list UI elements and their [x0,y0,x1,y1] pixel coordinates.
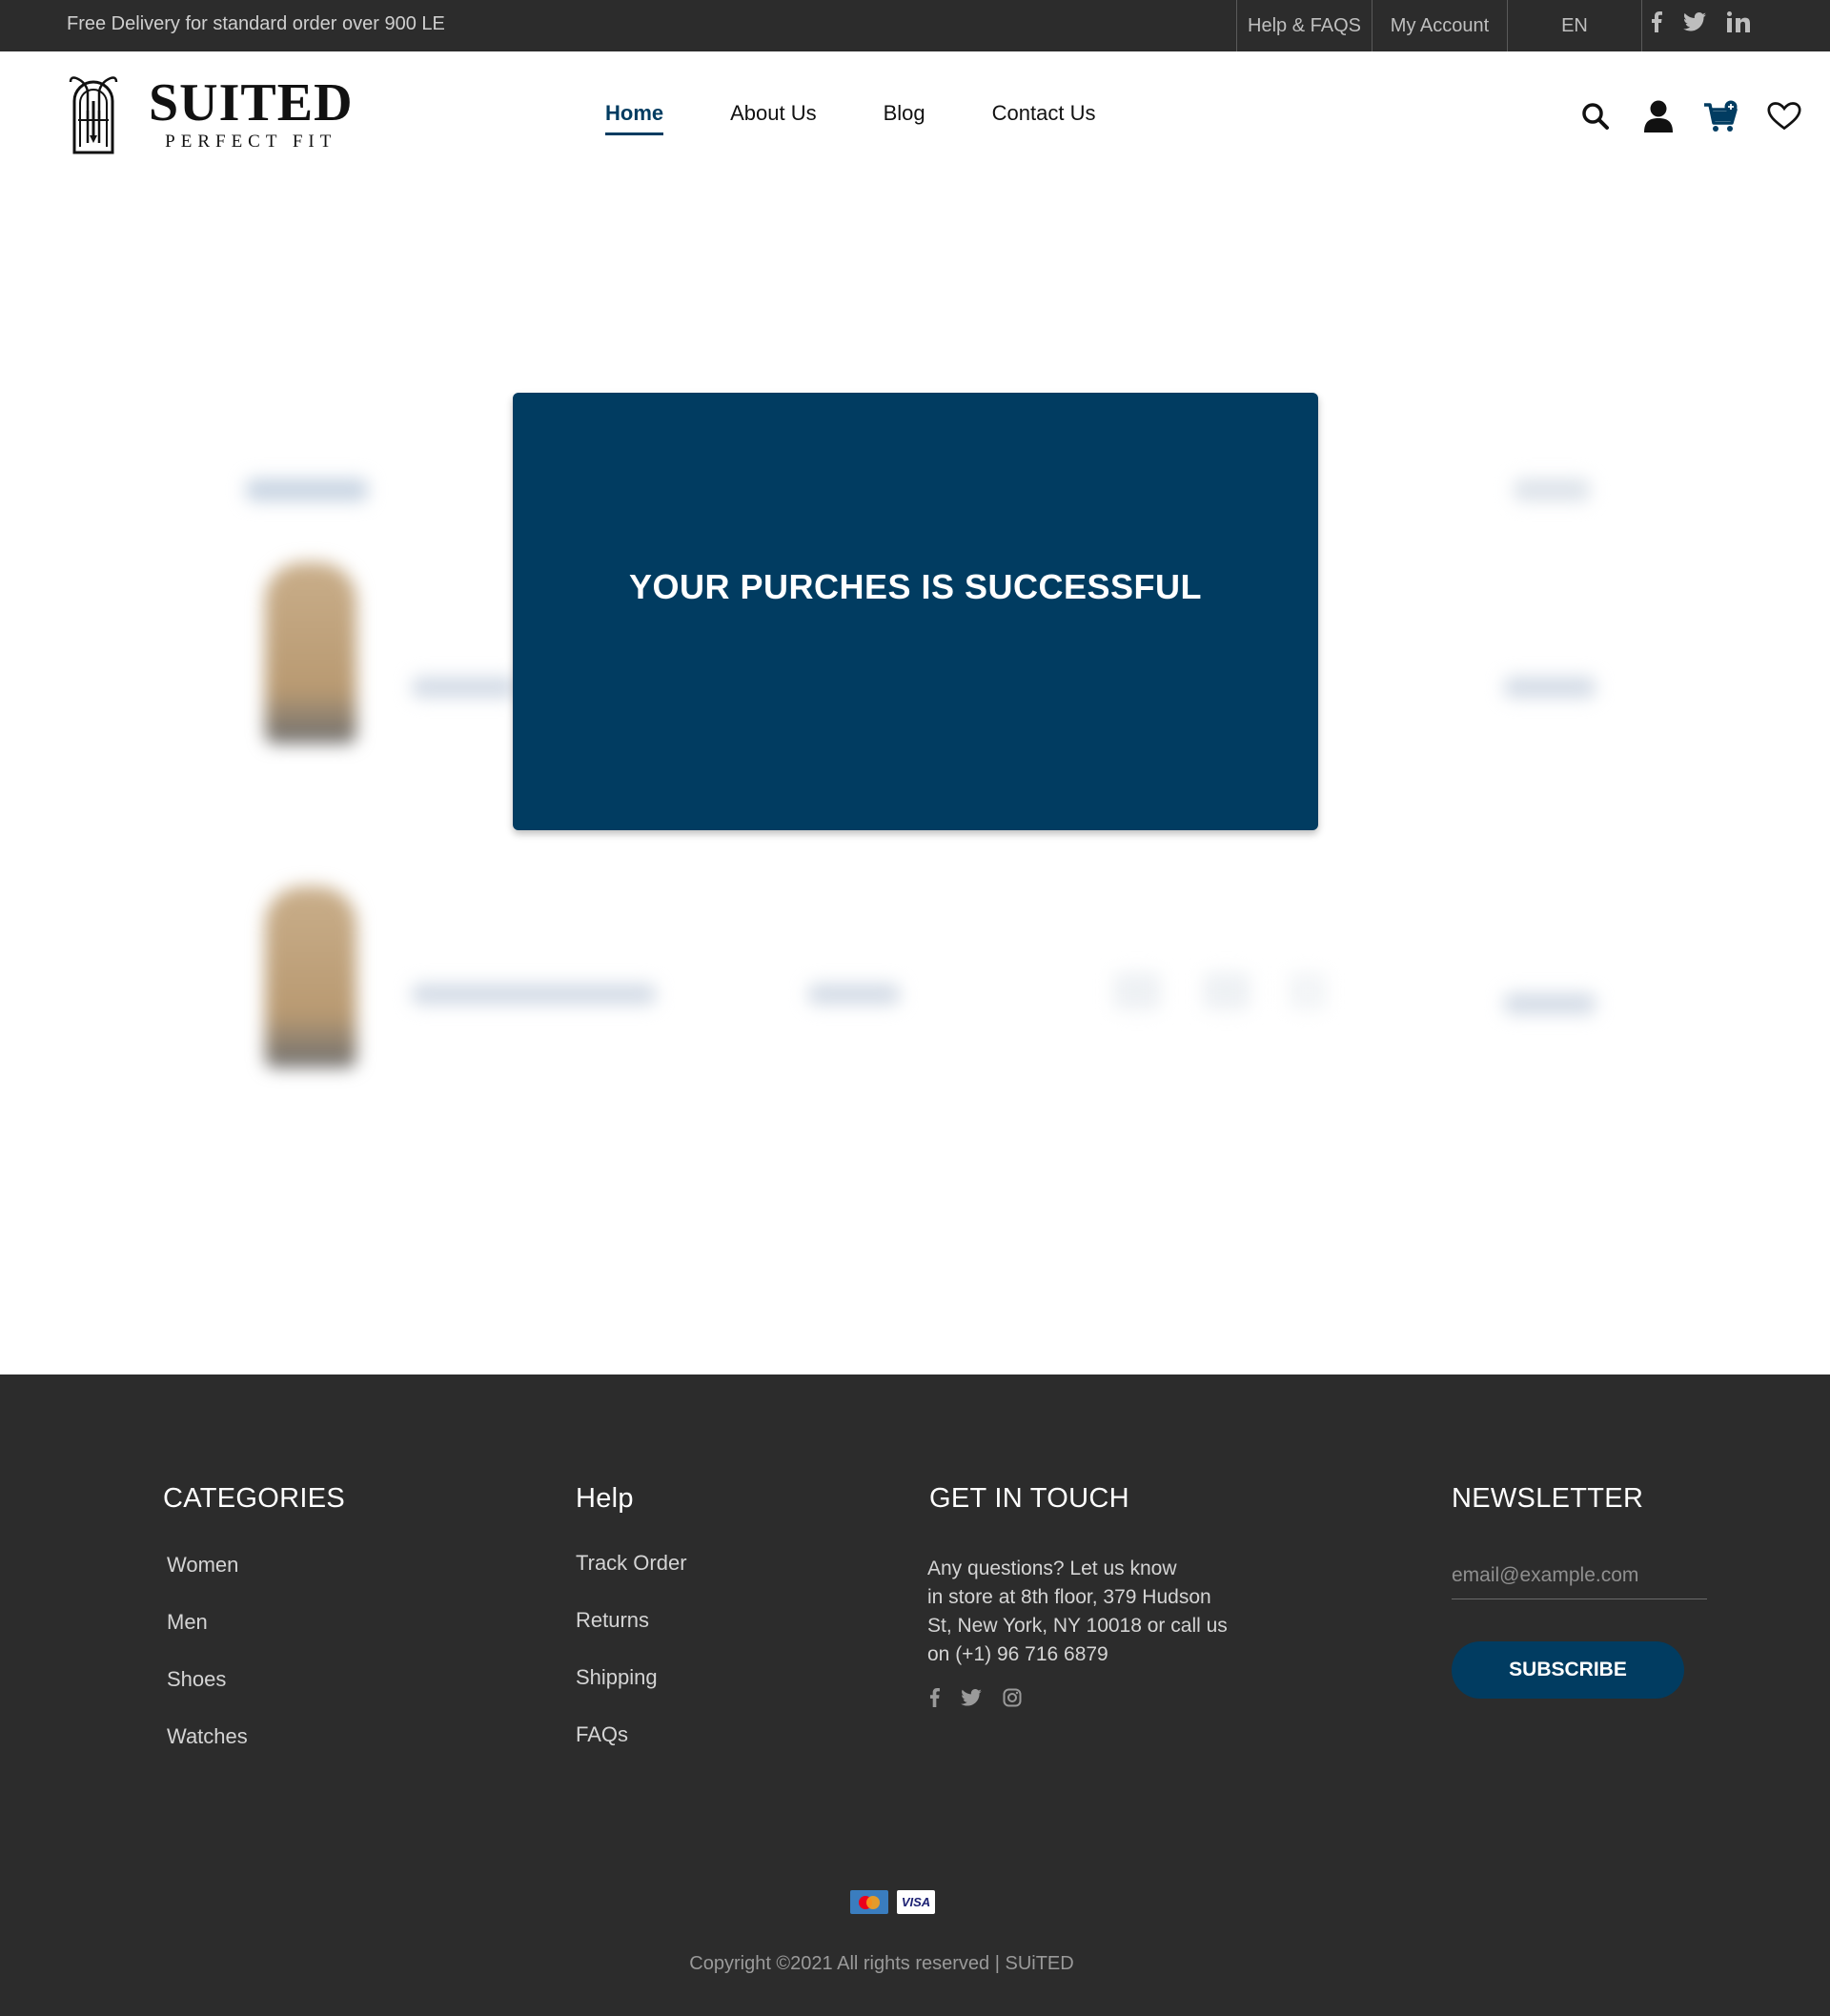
linkedin-icon[interactable] [1727,11,1752,37]
footer-help: Help Track Order Returns Shipping FAQs [576,1483,687,1780]
main-nav: Home About Us Blog Contact Us [605,101,1096,135]
footer-newsletter: NEWSLETTER SUBSCRIBE [1452,1483,1707,1699]
help-link-returns[interactable]: Returns [576,1608,687,1665]
site-footer: CATEGORIES Women Men Shoes Watches Help … [0,1375,1830,2016]
facebook-icon[interactable] [929,1688,940,1712]
help-link-faqs[interactable]: FAQs [576,1722,687,1780]
search-icon[interactable] [1578,99,1613,133]
instagram-icon[interactable] [1003,1688,1022,1712]
logo-mark-icon [69,76,118,154]
brand-name: SUITED [149,73,354,132]
contact-title: GET IN TOUCH [929,1483,1129,1514]
nav-home[interactable]: Home [605,101,664,135]
footer-categories: CATEGORIES Women Men Shoes Watches [163,1483,345,1782]
contact-text: Any questions? Let us know in store at 8… [927,1558,1228,1665]
nav-about-us[interactable]: About Us [730,101,817,135]
heart-icon[interactable] [1767,99,1801,133]
newsletter-title: NEWSLETTER [1452,1483,1644,1514]
header-actions [1578,99,1801,133]
category-link-shoes[interactable]: Shoes [167,1667,345,1724]
nav-blog[interactable]: Blog [884,101,925,135]
visa-icon: VISA [897,1890,935,1914]
blurred-quantity [1113,972,1161,1010]
blurred-price [1504,677,1596,698]
twitter-icon[interactable] [1683,12,1706,36]
mastercard-icon [850,1890,888,1914]
category-link-men[interactable]: Men [167,1610,345,1667]
logo[interactable]: SUITED PERFECT FIT [67,72,354,156]
copyright-text: Copyright ©2021 All rights reserved | SU… [689,1953,1074,1974]
blurred-header-cell [1514,479,1590,501]
user-icon[interactable] [1641,99,1676,133]
blurred-product-image [265,886,356,1068]
success-message: YOUR PURCHES IS SUCCESSFUL [628,566,1203,606]
top-social [1651,11,1752,37]
blurred-quantity [1203,972,1250,1010]
nav-contact-us[interactable]: Contact Us [992,101,1096,135]
logo-text: SUITED PERFECT FIT [149,76,354,153]
footer-contact: GET IN TOUCH Any questions? Let us know … [927,1483,1251,1712]
twitter-icon[interactable] [961,1689,982,1711]
top-bar: Free Delivery for standard order over 90… [0,0,1830,51]
blurred-product-name [412,984,656,1005]
blurred-quantity [1289,972,1327,1010]
cart-icon[interactable] [1704,99,1738,133]
help-link-shipping[interactable]: Shipping [576,1665,687,1722]
category-link-watches[interactable]: Watches [167,1724,345,1782]
blurred-product-size [808,984,900,1005]
my-account-link[interactable]: My Account [1372,0,1507,51]
footer-social [929,1688,1251,1712]
top-links: Help & FAQS My Account EN [1236,0,1642,51]
site-header: SUITED PERFECT FIT Home About Us Blog Co… [0,51,1830,181]
language-selector[interactable]: EN [1507,0,1642,51]
help-title: Help [576,1483,634,1514]
visa-label: VISA [901,1895,931,1909]
facebook-icon[interactable] [1651,11,1662,37]
help-link-track-order[interactable]: Track Order [576,1551,687,1608]
promo-text: Free Delivery for standard order over 90… [67,13,445,34]
blurred-price [1504,993,1596,1014]
subscribe-button[interactable]: SUBSCRIBE [1452,1641,1684,1699]
categories-title: CATEGORIES [163,1483,345,1514]
success-modal: YOUR PURCHES IS SUCCESSFUL [513,393,1318,830]
blurred-header-cell [246,479,368,501]
newsletter-email-input[interactable] [1452,1564,1707,1599]
category-link-women[interactable]: Women [167,1553,345,1610]
help-faqs-link[interactable]: Help & FAQS [1236,0,1372,51]
blurred-product-name [412,677,517,698]
payment-methods: VISA [850,1890,935,1914]
brand-tagline: PERFECT FIT [165,132,337,152]
blurred-product-image [265,562,356,743]
